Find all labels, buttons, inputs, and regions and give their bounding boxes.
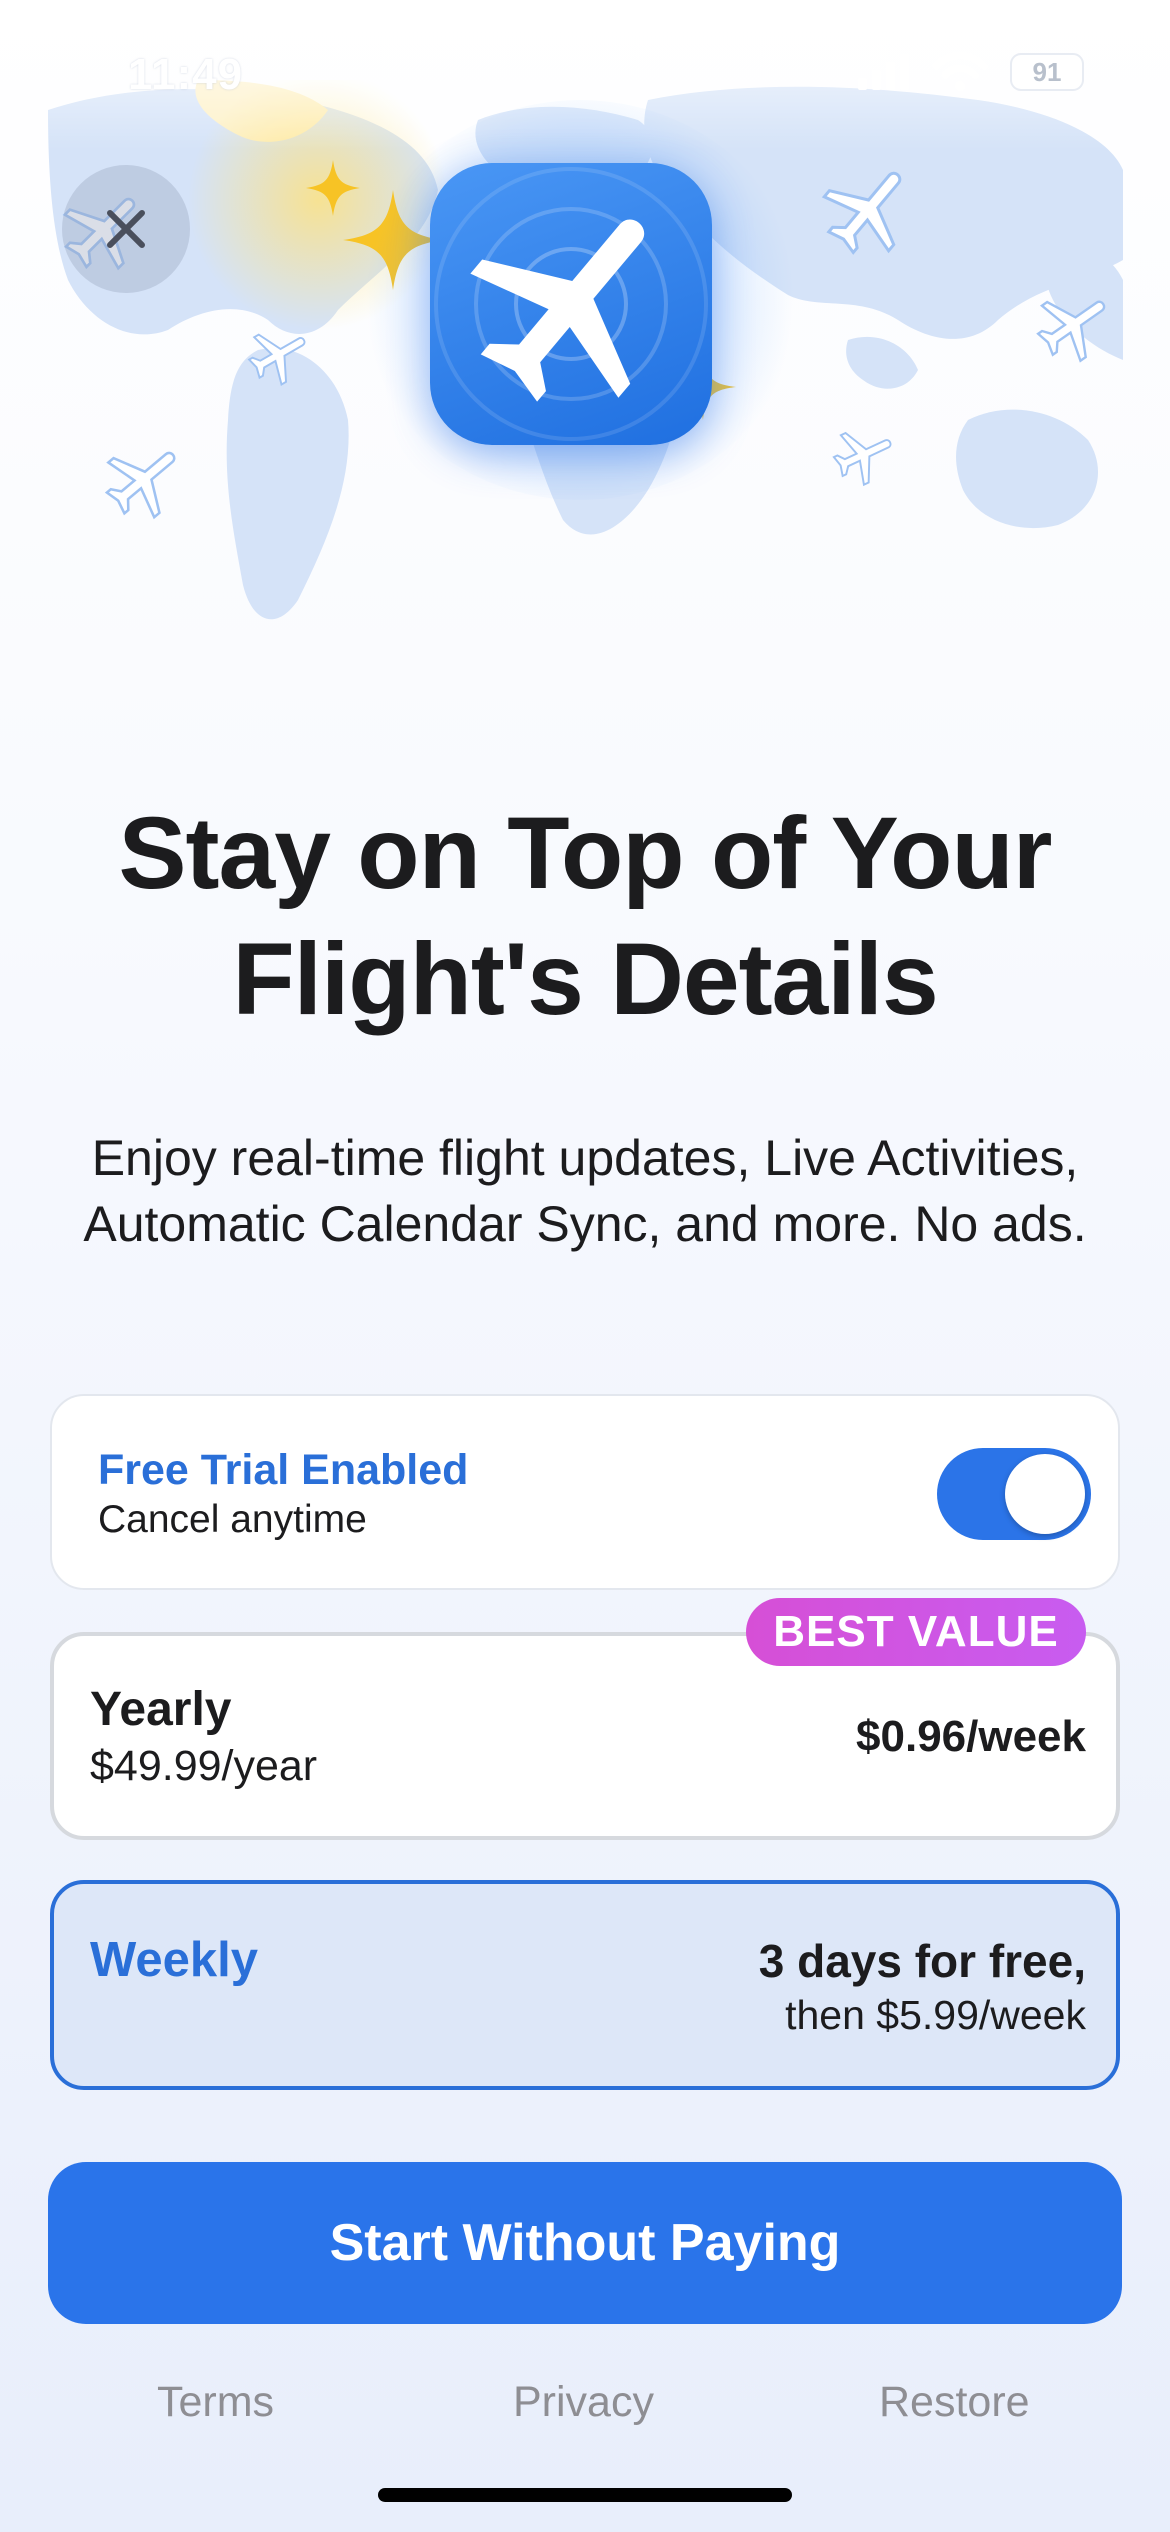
- start-without-paying-button[interactable]: Start Without Paying: [48, 2162, 1122, 2324]
- status-icons: 91: [858, 52, 1084, 92]
- free-trial-toggle[interactable]: [937, 1448, 1091, 1540]
- page-title: Stay on Top of Your Flight's Details: [118, 796, 1053, 1036]
- page-subtitle: Enjoy real-time flight updates, Live Act…: [83, 1130, 1087, 1252]
- hero-illustration: 11:49 91: [0, 0, 1170, 700]
- close-button[interactable]: [62, 165, 190, 293]
- close-icon: [107, 210, 145, 248]
- plan-trial-offer: 3 days for free,: [758, 1935, 1086, 1987]
- plan-price-after-trial: then $5.99/week: [785, 1992, 1086, 2038]
- terms-link[interactable]: Terms: [157, 2378, 274, 2427]
- home-indicator: [378, 2488, 792, 2502]
- free-trial-subtitle: Cancel anytime: [98, 1498, 367, 1541]
- plan-name: Weekly: [90, 1933, 258, 1987]
- wifi-icon: [932, 52, 988, 91]
- privacy-link[interactable]: Privacy: [513, 2378, 654, 2427]
- plan-price: $49.99/year: [90, 1742, 318, 1790]
- paywall-screen: 11:49 91 Stay on Top of Your Flight's De…: [0, 0, 1170, 2532]
- airplane-app-icon: [430, 163, 712, 445]
- plan-option-weekly[interactable]: Weekly 3 days for free, then $5.99/week: [50, 1880, 1120, 2090]
- free-trial-card: Free Trial Enabled Cancel anytime: [50, 1394, 1120, 1590]
- free-trial-title: Free Trial Enabled: [98, 1446, 469, 1494]
- cellular-signal-icon: [858, 54, 909, 90]
- plan-name: Yearly: [90, 1683, 232, 1736]
- status-time: 11:49: [128, 50, 244, 99]
- battery-indicator: 91: [1010, 53, 1084, 91]
- toggle-knob: [1005, 1454, 1085, 1534]
- plan-weekly-equivalent: $0.96/week: [856, 1712, 1086, 1761]
- best-value-badge: BEST VALUE: [746, 1598, 1086, 1666]
- restore-link[interactable]: Restore: [879, 2378, 1030, 2427]
